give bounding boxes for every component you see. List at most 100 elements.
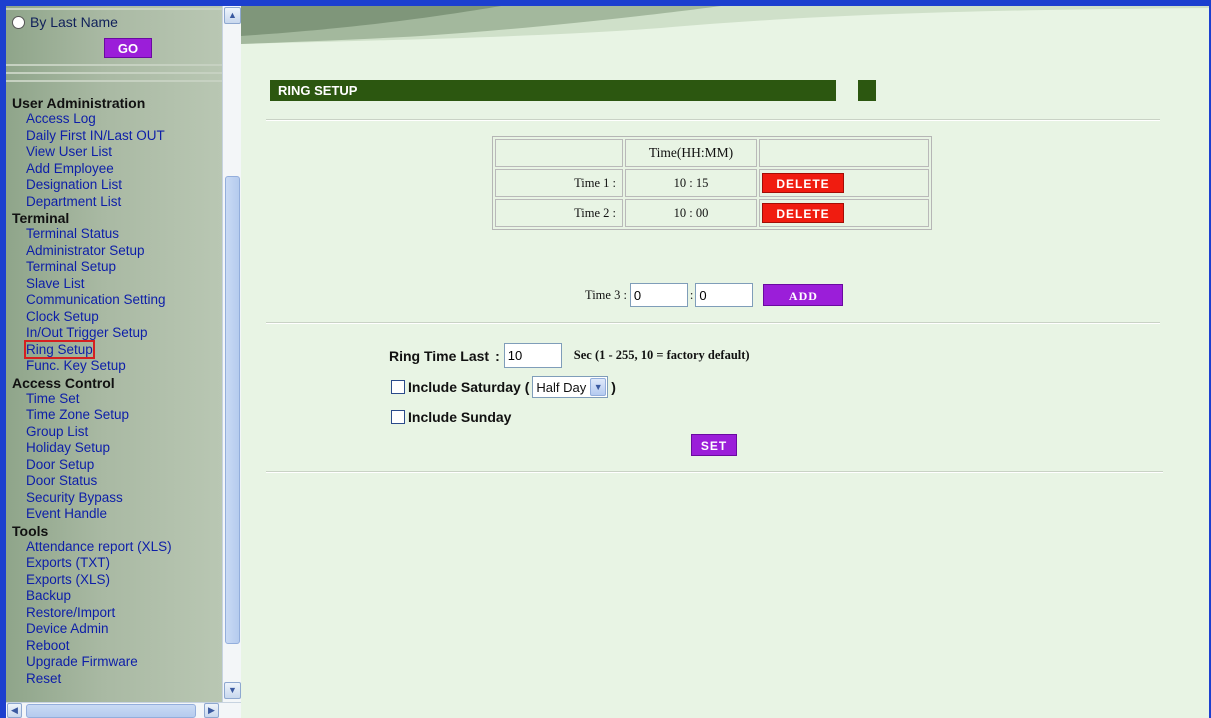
- sidebar-item[interactable]: Reboot: [12, 638, 222, 655]
- sidebar-item[interactable]: Group List: [12, 424, 222, 441]
- sidebar-item-label: In/Out Trigger Setup: [26, 325, 148, 340]
- scroll-right-icon[interactable]: ▶: [204, 703, 219, 718]
- action-cell: DELETE: [759, 169, 929, 197]
- radio-button[interactable]: [12, 15, 25, 29]
- saturday-closing: ): [611, 379, 616, 395]
- sidebar-item-label: Group List: [26, 423, 89, 439]
- search-by-last-name[interactable]: By Last Name: [12, 14, 118, 30]
- sidebar-item[interactable]: Exports (XLS): [12, 572, 222, 589]
- sidebar-item-label: Exports (XLS): [26, 571, 111, 587]
- ring-time-hint: Sec (1 - 255, 10 = factory default): [573, 348, 750, 362]
- vertical-scrollbar[interactable]: ▲ ▼: [222, 6, 241, 702]
- sidebar-item[interactable]: View User List: [12, 144, 222, 161]
- table-row: Time 1 : 10 : 15 DELETE: [495, 169, 929, 197]
- saturday-label: Include Saturday (: [408, 379, 530, 395]
- time-value: 10 : 00: [625, 199, 757, 227]
- action-cell: DELETE: [759, 199, 929, 227]
- set-button[interactable]: SET: [691, 434, 737, 456]
- sidebar-item[interactable]: Holiday Setup: [12, 440, 222, 457]
- add-time-row: Time 3 : : ADD: [585, 283, 844, 307]
- ring-time-colon: :: [495, 347, 500, 364]
- divider: [266, 322, 1160, 324]
- table-header-row: Time(HH:MM): [495, 139, 929, 167]
- sidebar-item-label: Department List: [26, 193, 122, 209]
- delete-button[interactable]: DELETE: [762, 173, 844, 193]
- sidebar-item[interactable]: Ring Setup: [12, 339, 222, 359]
- chevron-down-icon[interactable]: ▼: [590, 378, 607, 396]
- table-header-cell: [495, 139, 623, 167]
- sidebar-item-label: Func. Key Setup: [26, 358, 126, 373]
- go-button[interactable]: GO: [104, 38, 152, 58]
- scroll-left-icon[interactable]: ◀: [7, 703, 22, 718]
- sidebar-item[interactable]: Communication Setting: [12, 292, 222, 309]
- sidebar-item[interactable]: Exports (TXT): [12, 555, 222, 572]
- sidebar-item[interactable]: Security Bypass: [12, 490, 222, 507]
- horizontal-scrollbar[interactable]: ◀ ▶: [6, 702, 241, 718]
- sidebar-item[interactable]: Clock Setup: [12, 309, 222, 326]
- sidebar-item[interactable]: Administrator Setup: [12, 243, 222, 260]
- sidebar-item[interactable]: Device Admin: [12, 621, 222, 638]
- delete-button[interactable]: DELETE: [762, 203, 844, 223]
- nav-stripe: [6, 80, 222, 82]
- ring-time-input[interactable]: [503, 343, 562, 368]
- sidebar-item-label: Ring Setup: [24, 339, 95, 359]
- sidebar-item[interactable]: Func. Key Setup: [12, 358, 222, 375]
- hour-input[interactable]: [629, 283, 688, 307]
- saturday-select[interactable]: Half Day ▼: [532, 376, 609, 398]
- sidebar-item-label: Device Admin: [26, 621, 109, 636]
- sidebar-item[interactable]: Event Handle: [12, 506, 222, 523]
- scroll-down-icon[interactable]: ▼: [224, 682, 241, 699]
- saturday-select-value: Half Day: [536, 379, 587, 395]
- sidebar-item[interactable]: Slave List: [12, 276, 222, 293]
- sidebar-item[interactable]: Terminal Setup: [12, 259, 222, 276]
- nav-menu: User Administration Access Log Daily First…: [12, 95, 222, 687]
- saturday-checkbox[interactable]: [391, 380, 405, 394]
- table-row: Time 2 : 10 : 00 DELETE: [495, 199, 929, 227]
- add-time-label: Time 3 :: [585, 287, 627, 302]
- sidebar-item[interactable]: In/Out Trigger Setup: [12, 325, 222, 342]
- sidebar-item[interactable]: Reset: [12, 671, 222, 688]
- divider: [266, 471, 1163, 473]
- sidebar-item[interactable]: Designation List: [12, 177, 222, 194]
- sidebar-item[interactable]: Attendance report (XLS): [12, 539, 222, 556]
- sidebar-item-label: Security Bypass: [26, 489, 123, 505]
- sidebar-item-label: View User List: [26, 144, 113, 159]
- sidebar-item[interactable]: Upgrade Firmware: [12, 654, 222, 671]
- sidebar-item-label: Time Set: [26, 390, 80, 406]
- sidebar-item[interactable]: Access Log: [12, 111, 222, 128]
- sidebar-item[interactable]: Backup: [12, 588, 222, 605]
- main-content: RING SETUP Time(HH:MM) Time 1 : 10 : 15 …: [241, 6, 1209, 718]
- sidebar-item-label: Clock Setup: [26, 308, 99, 324]
- sidebar: By Last Name GO User Administration Acces…: [6, 6, 222, 702]
- sidebar-item[interactable]: Restore/Import: [12, 605, 222, 622]
- time-label: Time 2 :: [495, 199, 623, 227]
- horizontal-scroll-thumb[interactable]: [26, 704, 196, 718]
- sidebar-item[interactable]: Terminal Status: [12, 226, 222, 243]
- sidebar-item[interactable]: Time Set: [12, 391, 222, 408]
- section-title: RING SETUP: [270, 80, 836, 101]
- sidebar-item[interactable]: Time Zone Setup: [12, 407, 222, 424]
- sidebar-item-label: Administrator Setup: [26, 242, 145, 258]
- sidebar-item[interactable]: Door Setup: [12, 457, 222, 474]
- scroll-up-icon[interactable]: ▲: [224, 7, 241, 24]
- sidebar-item[interactable]: Department List: [12, 194, 222, 211]
- add-button[interactable]: ADD: [763, 284, 844, 306]
- minute-input[interactable]: [695, 283, 754, 307]
- time-value: 10 : 15: [625, 169, 757, 197]
- sunday-checkbox[interactable]: [391, 410, 405, 424]
- sidebar-item-label: Upgrade Firmware: [26, 654, 138, 669]
- ring-time-last-row: Ring Time Last : Sec (1 - 255, 10 = fact…: [389, 343, 750, 368]
- header-swoosh: [241, 6, 1209, 44]
- ring-times-table: Time(HH:MM) Time 1 : 10 : 15 DELETE Time…: [492, 136, 932, 230]
- sidebar-item[interactable]: Add Employee: [12, 161, 222, 178]
- sidebar-item-label: Reset: [26, 670, 62, 686]
- sidebar-item-label: Holiday Setup: [26, 440, 111, 455]
- scroll-thumb[interactable]: [225, 176, 240, 644]
- sidebar-item-label: Designation List: [26, 177, 123, 192]
- sidebar-item-label: Door Status: [26, 473, 98, 488]
- nav-stripe: [6, 64, 222, 66]
- sidebar-item[interactable]: Door Status: [12, 473, 222, 490]
- ring-time-label: Ring Time Last: [389, 347, 490, 364]
- sidebar-item[interactable]: Daily First IN/Last OUT: [12, 128, 222, 145]
- nav-stripe: [6, 8, 222, 10]
